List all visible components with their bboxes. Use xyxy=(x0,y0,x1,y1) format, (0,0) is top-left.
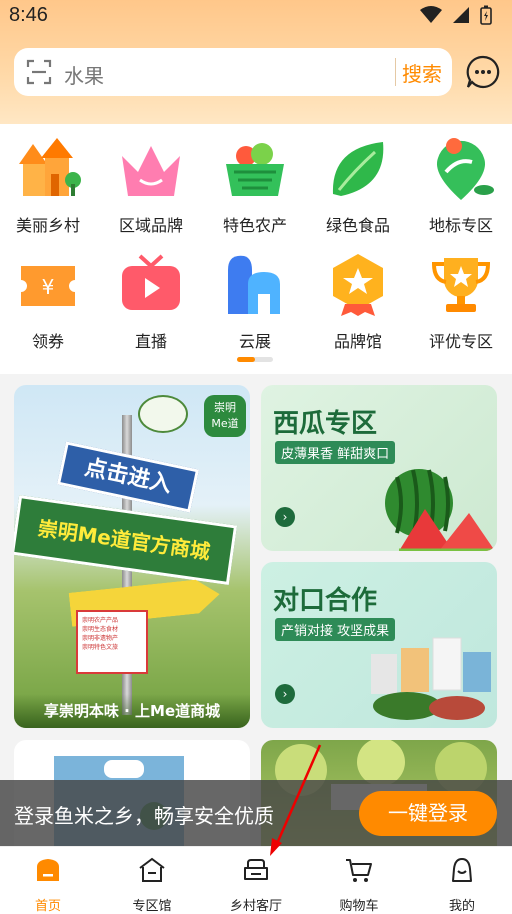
svg-text:¥: ¥ xyxy=(42,275,55,299)
carousel-page-indicator-active xyxy=(237,357,255,362)
coupon-icon: ¥ xyxy=(11,250,85,320)
chongming-mall-banner[interactable]: 崇明 Me道 点击进入 崇明Me道官方商城 崇明农产产品 崇明生态食材 崇明非遗… xyxy=(14,385,250,728)
category-item-awards-zone[interactable]: 评优专区 xyxy=(411,250,511,352)
one-click-login-button[interactable]: 一键登录 xyxy=(359,791,497,836)
category-item-live[interactable]: 直播 xyxy=(101,250,201,352)
watermelon-image xyxy=(385,469,495,551)
notice-line: 崇明农产产品 xyxy=(82,617,119,624)
category-item-green-food[interactable]: 绿色食品 xyxy=(308,134,408,236)
search-input[interactable]: 水果 搜索 xyxy=(14,48,452,96)
category-label: 直播 xyxy=(134,332,167,351)
paired-cooperation-banner[interactable]: 对口合作 产销对接 攻坚成果 › xyxy=(261,562,497,728)
category-item-coupon[interactable]: ¥ 领券 xyxy=(0,250,98,352)
tab-label: 购物车 xyxy=(339,899,379,914)
login-prompt-bar: 登录鱼米之乡，畅享安全优质 一键登录 xyxy=(0,780,512,846)
chongming-medao-logo: 崇明 Me道 xyxy=(204,395,246,437)
category-item-landmark-zone[interactable]: 地标专区 xyxy=(411,134,511,236)
category-label: 绿色食品 xyxy=(325,216,390,235)
carousel-page-indicator xyxy=(237,357,273,362)
tab-label: 乡村客厅 xyxy=(229,899,282,914)
brand-badge-icon xyxy=(321,250,395,320)
category-label: 美丽乡村 xyxy=(15,216,80,235)
search-row: 水果 搜索 xyxy=(14,48,500,96)
crown-icon xyxy=(114,134,188,204)
tab-cart[interactable]: 购物车 xyxy=(308,855,410,914)
trophy-icon xyxy=(424,250,498,320)
village-icon xyxy=(11,134,85,204)
pavilion-icon xyxy=(139,857,165,882)
cart-icon xyxy=(346,859,372,882)
search-placeholder: 水果 xyxy=(64,64,104,88)
tab-village-lounge[interactable]: 乡村客厅 xyxy=(205,855,307,914)
login-prompt-text: 登录鱼米之乡，畅享安全优质 xyxy=(14,804,274,828)
leaf-icon xyxy=(321,134,395,204)
status-bar: 8:46 xyxy=(0,0,512,32)
category-label: 评优专区 xyxy=(428,332,493,351)
category-label: 领券 xyxy=(31,332,64,351)
search-button[interactable]: 搜索 xyxy=(392,58,452,87)
tab-home[interactable]: 首页 xyxy=(0,855,99,914)
category-label: 特色农产 xyxy=(222,216,287,235)
watermelon-zone-banner[interactable]: 西瓜专区 皮薄果香 鲜甜爽口 › xyxy=(261,385,497,551)
notice-line: 崇明特色文旅 xyxy=(82,644,119,651)
promo-subtitle: 皮薄果香 鲜甜爽口 xyxy=(275,441,396,464)
home-icon xyxy=(37,859,59,881)
notice-board: 崇明农产产品 崇明生态食材 崇明非遗物产 崇明特色文旅 xyxy=(76,610,148,674)
scan-icon[interactable] xyxy=(26,59,52,85)
notice-line: 崇明非遗物产 xyxy=(82,635,119,642)
live-tv-icon xyxy=(114,250,188,320)
signal-icon xyxy=(453,7,469,23)
sofa-icon xyxy=(244,859,268,880)
category-label: 云展 xyxy=(238,332,271,351)
battery-icon xyxy=(480,5,492,25)
promo-title: 对口合作 xyxy=(273,586,378,616)
chevron-right-icon[interactable]: › xyxy=(275,507,295,527)
chevron-right-icon[interactable]: › xyxy=(275,684,295,704)
vegetable-basket-icon xyxy=(218,134,292,204)
category-item-regional-brand[interactable]: 区域品牌 xyxy=(101,134,201,236)
certification-seal-icon xyxy=(138,395,188,433)
wifi-icon xyxy=(420,6,442,23)
category-item-beautiful-village[interactable]: 美丽乡村 xyxy=(0,134,98,236)
tab-label: 我的 xyxy=(448,899,475,914)
message-icon[interactable] xyxy=(466,55,500,89)
promo-title: 西瓜专区 xyxy=(273,409,378,439)
category-item-cloud-exhibition[interactable]: 云展 xyxy=(205,250,305,352)
category-item-specialty-produce[interactable]: 特色农产 xyxy=(205,134,305,236)
tab-label: 专区馆 xyxy=(132,899,172,914)
status-time: 8:46 xyxy=(9,4,48,26)
category-label: 品牌馆 xyxy=(333,332,382,351)
profile-icon xyxy=(452,858,472,882)
location-pin-icon xyxy=(424,134,498,204)
bottom-tab-bar: 首页 专区馆 乡村客厅 购物车 我的 xyxy=(0,846,512,914)
tab-profile[interactable]: 我的 xyxy=(411,855,512,914)
tab-pavilion[interactable]: 专区馆 xyxy=(101,855,203,914)
tab-label: 首页 xyxy=(34,899,61,914)
category-item-brand-hall[interactable]: 品牌馆 xyxy=(308,250,408,352)
banner-caption: 享崇明本味 · 上Me道商城 xyxy=(14,694,250,728)
products-image xyxy=(371,637,491,720)
notice-line: 崇明生态食材 xyxy=(82,626,119,633)
category-label: 区域品牌 xyxy=(118,216,183,235)
cloud-exhibition-icon xyxy=(218,250,292,320)
category-label: 地标专区 xyxy=(428,216,493,235)
